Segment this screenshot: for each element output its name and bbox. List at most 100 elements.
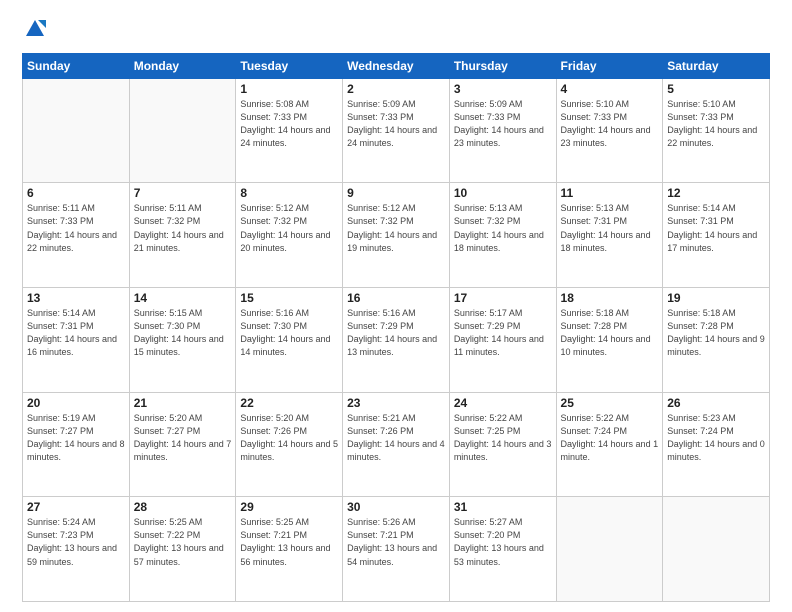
day-number: 1 [240,82,338,96]
calendar-cell: 12Sunrise: 5:14 AMSunset: 7:31 PMDayligh… [663,183,770,288]
day-info: Sunrise: 5:27 AMSunset: 7:20 PMDaylight:… [454,516,552,568]
day-number: 27 [27,500,125,514]
day-info: Sunrise: 5:19 AMSunset: 7:27 PMDaylight:… [27,412,125,464]
calendar-cell: 11Sunrise: 5:13 AMSunset: 7:31 PMDayligh… [556,183,663,288]
day-header-saturday: Saturday [663,53,770,78]
day-number: 10 [454,186,552,200]
day-info: Sunrise: 5:10 AMSunset: 7:33 PMDaylight:… [561,98,659,150]
day-number: 9 [347,186,445,200]
day-number: 5 [667,82,765,96]
day-number: 23 [347,396,445,410]
logo [22,18,46,45]
calendar-week-4: 27 Sunrise: 5:24 AMSunset: 7:23 PMDayligh… [23,497,770,602]
calendar-cell: 7Sunrise: 5:11 AMSunset: 7:32 PMDaylight… [129,183,236,288]
day-number: 21 [134,396,232,410]
day-info: Sunrise: 5:08 AMSunset: 7:33 PMDaylight:… [240,98,338,150]
calendar-cell: 30 Sunrise: 5:26 AMSunset: 7:21 PMDayligh… [343,497,450,602]
day-info: Sunrise: 5:10 AMSunset: 7:33 PMDaylight:… [667,98,765,150]
day-number: 2 [347,82,445,96]
calendar-cell: 8Sunrise: 5:12 AMSunset: 7:32 PMDaylight… [236,183,343,288]
header [22,18,770,45]
day-header-sunday: Sunday [23,53,130,78]
logo-text [22,18,46,45]
day-info: Sunrise: 5:09 AMSunset: 7:33 PMDaylight:… [347,98,445,150]
calendar-cell: 14Sunrise: 5:15 AMSunset: 7:30 PMDayligh… [129,288,236,393]
day-number: 8 [240,186,338,200]
calendar-cell: 17Sunrise: 5:17 AMSunset: 7:29 PMDayligh… [449,288,556,393]
calendar-cell [23,78,130,183]
day-info: Sunrise: 5:12 AMSunset: 7:32 PMDaylight:… [347,202,445,254]
calendar-cell: 6 Sunrise: 5:11 AMSunset: 7:33 PMDaylight… [23,183,130,288]
calendar-cell: 27 Sunrise: 5:24 AMSunset: 7:23 PMDayligh… [23,497,130,602]
day-info: Sunrise: 5:25 AMSunset: 7:22 PMDaylight:… [134,516,232,568]
day-number: 3 [454,82,552,96]
day-info: Sunrise: 5:23 AMSunset: 7:24 PMDaylight:… [667,412,765,464]
calendar-cell: 5 Sunrise: 5:10 AMSunset: 7:33 PMDaylight… [663,78,770,183]
day-number: 31 [454,500,552,514]
calendar-cell: 28 Sunrise: 5:25 AMSunset: 7:22 PMDayligh… [129,497,236,602]
calendar-cell [129,78,236,183]
day-info: Sunrise: 5:18 AMSunset: 7:28 PMDaylight:… [667,307,765,359]
calendar-cell: 3 Sunrise: 5:09 AMSunset: 7:33 PMDaylight… [449,78,556,183]
day-header-tuesday: Tuesday [236,53,343,78]
calendar-cell: 25Sunrise: 5:22 AMSunset: 7:24 PMDayligh… [556,392,663,497]
day-info: Sunrise: 5:13 AMSunset: 7:32 PMDaylight:… [454,202,552,254]
day-info: Sunrise: 5:26 AMSunset: 7:21 PMDaylight:… [347,516,445,568]
day-info: Sunrise: 5:14 AMSunset: 7:31 PMDaylight:… [667,202,765,254]
calendar-cell: 4 Sunrise: 5:10 AMSunset: 7:33 PMDaylight… [556,78,663,183]
calendar-cell: 29Sunrise: 5:25 AMSunset: 7:21 PMDayligh… [236,497,343,602]
calendar-cell: 16 Sunrise: 5:16 AMSunset: 7:29 PMDayligh… [343,288,450,393]
calendar-cell: 2 Sunrise: 5:09 AMSunset: 7:33 PMDaylight… [343,78,450,183]
day-number: 28 [134,500,232,514]
day-info: Sunrise: 5:16 AMSunset: 7:30 PMDaylight:… [240,307,338,359]
calendar: SundayMondayTuesdayWednesdayThursdayFrid… [22,53,770,602]
day-number: 15 [240,291,338,305]
calendar-week-1: 6 Sunrise: 5:11 AMSunset: 7:33 PMDaylight… [23,183,770,288]
day-info: Sunrise: 5:22 AMSunset: 7:25 PMDaylight:… [454,412,552,464]
day-number: 26 [667,396,765,410]
calendar-cell: 22Sunrise: 5:20 AMSunset: 7:26 PMDayligh… [236,392,343,497]
day-info: Sunrise: 5:24 AMSunset: 7:23 PMDaylight:… [27,516,125,568]
day-header-wednesday: Wednesday [343,53,450,78]
calendar-cell: 19Sunrise: 5:18 AMSunset: 7:28 PMDayligh… [663,288,770,393]
day-number: 11 [561,186,659,200]
calendar-cell [663,497,770,602]
day-info: Sunrise: 5:09 AMSunset: 7:33 PMDaylight:… [454,98,552,150]
day-info: Sunrise: 5:17 AMSunset: 7:29 PMDaylight:… [454,307,552,359]
calendar-cell: 13 Sunrise: 5:14 AMSunset: 7:31 PMDayligh… [23,288,130,393]
day-number: 4 [561,82,659,96]
calendar-cell: 21 Sunrise: 5:20 AMSunset: 7:27 PMDayligh… [129,392,236,497]
day-info: Sunrise: 5:20 AMSunset: 7:27 PMDaylight:… [134,412,232,464]
logo-icon [24,18,46,40]
day-number: 24 [454,396,552,410]
day-number: 16 [347,291,445,305]
calendar-cell: 18Sunrise: 5:18 AMSunset: 7:28 PMDayligh… [556,288,663,393]
day-info: Sunrise: 5:18 AMSunset: 7:28 PMDaylight:… [561,307,659,359]
day-number: 6 [27,186,125,200]
calendar-cell: 26 Sunrise: 5:23 AMSunset: 7:24 PMDayligh… [663,392,770,497]
calendar-header-row: SundayMondayTuesdayWednesdayThursdayFrid… [23,53,770,78]
day-number: 20 [27,396,125,410]
day-number: 7 [134,186,232,200]
calendar-week-2: 13 Sunrise: 5:14 AMSunset: 7:31 PMDayligh… [23,288,770,393]
day-header-thursday: Thursday [449,53,556,78]
calendar-cell: 24 Sunrise: 5:22 AMSunset: 7:25 PMDayligh… [449,392,556,497]
day-number: 13 [27,291,125,305]
day-number: 30 [347,500,445,514]
calendar-cell: 15 Sunrise: 5:16 AMSunset: 7:30 PMDayligh… [236,288,343,393]
day-info: Sunrise: 5:11 AMSunset: 7:33 PMDaylight:… [27,202,125,254]
day-number: 14 [134,291,232,305]
day-number: 25 [561,396,659,410]
day-info: Sunrise: 5:21 AMSunset: 7:26 PMDaylight:… [347,412,445,464]
calendar-cell [556,497,663,602]
day-header-friday: Friday [556,53,663,78]
calendar-week-0: 1 Sunrise: 5:08 AMSunset: 7:33 PMDaylight… [23,78,770,183]
day-number: 29 [240,500,338,514]
day-info: Sunrise: 5:14 AMSunset: 7:31 PMDaylight:… [27,307,125,359]
calendar-cell: 20 Sunrise: 5:19 AMSunset: 7:27 PMDayligh… [23,392,130,497]
day-number: 22 [240,396,338,410]
day-header-monday: Monday [129,53,236,78]
page: SundayMondayTuesdayWednesdayThursdayFrid… [0,0,792,612]
day-info: Sunrise: 5:16 AMSunset: 7:29 PMDaylight:… [347,307,445,359]
calendar-cell: 23 Sunrise: 5:21 AMSunset: 7:26 PMDayligh… [343,392,450,497]
